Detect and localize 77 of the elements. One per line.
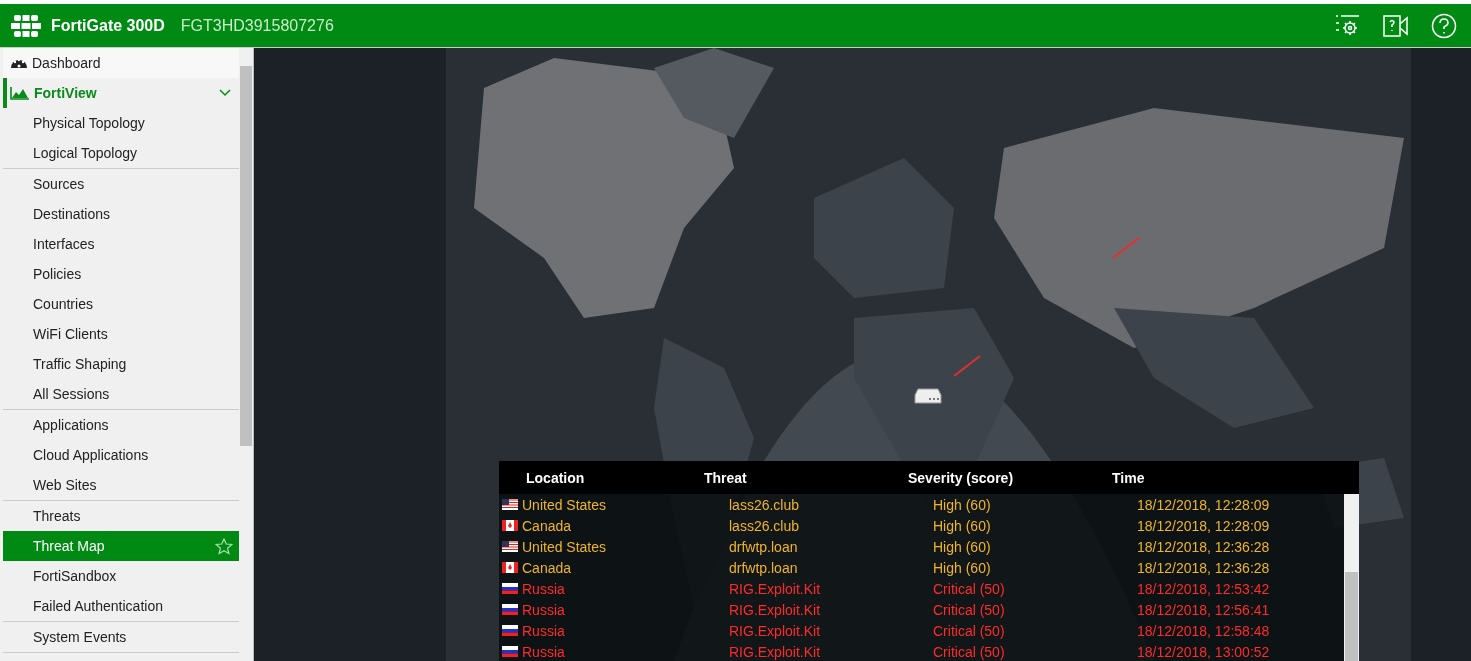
menu-item[interactable]: Countries [3, 289, 239, 319]
severity-cell-text: High (60) [933, 496, 992, 513]
menu-item[interactable]: Logical Topology [3, 138, 239, 168]
column-header: Threat [704, 469, 748, 486]
time-cell-text: 18/12/2018, 12:56:41 [1137, 601, 1271, 618]
settings-icon[interactable] [1335, 13, 1361, 38]
severity-cell-text: High (60) [933, 538, 992, 555]
location-cell: Russia [522, 622, 565, 639]
severity-cell-text: High (60) [933, 559, 992, 576]
menu-item[interactable]: Cloud Applications [3, 440, 239, 470]
scrollbar[interactable] [1344, 494, 1359, 661]
product-name: FortiGate 300D [51, 16, 165, 35]
location-cell: Russia [522, 643, 565, 660]
menu-item[interactable]: System Events [3, 622, 239, 652]
help-icon[interactable] [1431, 12, 1457, 39]
menu-item[interactable]: Physical Topology [3, 108, 239, 138]
star-icon[interactable] [215, 537, 233, 555]
menu-item[interactable]: Dashboard [3, 48, 239, 78]
menu-item[interactable]: WiFi Clients [3, 319, 239, 349]
threat-cell-text: RIG.Exploit.Kit [729, 643, 822, 660]
chevron-down-icon [219, 89, 231, 97]
menu-item[interactable]: Interfaces [3, 229, 239, 259]
time-cell-text: 18/12/2018, 12:58:48 [1137, 622, 1271, 639]
flag-icon [502, 562, 518, 573]
threat-cell-text: RIG.Exploit.Kit [729, 601, 822, 618]
threat-cell-text: drfwtp.loan [729, 538, 799, 555]
location-cell: United States [522, 496, 607, 513]
time-cell-text: 18/12/2018, 12:36:28 [1137, 559, 1271, 576]
location-cell: Canada [522, 559, 572, 576]
attack-line [1111, 236, 1141, 260]
threat-cell-text: lass26.club [729, 496, 801, 513]
flag-icon [502, 520, 518, 531]
menu-item[interactable]: Threats [3, 501, 239, 531]
serial-number: FGT3HD3915807276 [180, 16, 334, 35]
location-cell: United States [522, 538, 607, 555]
location-cell: Canada [522, 517, 572, 534]
flag-icon [502, 499, 518, 510]
time-cell-text: 18/12/2018, 12:28:09 [1137, 496, 1271, 513]
severity-cell-text: High (60) [933, 517, 992, 534]
menu-item[interactable]: Sources [3, 169, 239, 199]
menu-item[interactable]: Traffic Shaping [3, 349, 239, 379]
column-header: Time [1112, 469, 1146, 486]
device-icon [914, 388, 942, 404]
threat-cell-text: RIG.Exploit.Kit [729, 622, 822, 639]
flag-icon [502, 646, 518, 657]
logo-icon [11, 14, 41, 37]
column-header: Location [525, 469, 586, 486]
flag-icon [502, 625, 518, 636]
menu-item[interactable]: Destinations [3, 199, 239, 229]
menu-item[interactable]: Policies [3, 259, 239, 289]
menu-item[interactable]: FortiSandbox [3, 561, 239, 591]
time-cell-text: 18/12/2018, 12:28:09 [1137, 517, 1271, 534]
severity-cell-text: Critical (50) [933, 601, 1006, 618]
location-cell: Russia [522, 601, 565, 618]
menu-item[interactable]: Failed Authentication [3, 591, 239, 621]
menu-item[interactable]: Threat Map [3, 531, 239, 561]
menu-item[interactable]: Web Sites [3, 470, 239, 500]
severity-cell-text: Critical (50) [933, 643, 1006, 660]
threat-cell-text: RIG.Exploit.Kit [729, 580, 822, 597]
severity-cell-text: Critical (50) [933, 580, 1006, 597]
area-chart-icon [10, 86, 30, 100]
menu-item[interactable]: All Sessions [3, 379, 239, 409]
flag-icon [502, 604, 518, 615]
threat-cell-text: lass26.club [729, 517, 801, 534]
column-header: Severity (score) [908, 469, 1015, 486]
flag-icon [502, 583, 518, 594]
threat-cell-text: drfwtp.loan [729, 559, 799, 576]
time-cell-text: 18/12/2018, 12:36:28 [1137, 538, 1271, 555]
dashboard-icon [10, 56, 28, 70]
flag-icon [502, 541, 518, 552]
video-help-icon[interactable] [1383, 13, 1409, 38]
severity-cell-text: Critical (50) [933, 622, 1006, 639]
attack-line [952, 354, 982, 378]
time-cell-text: 18/12/2018, 12:53:42 [1137, 580, 1271, 597]
menu-item[interactable]: Applications [3, 410, 239, 440]
time-cell-text: 18/12/2018, 13:00:52 [1137, 643, 1271, 660]
location-cell: Russia [522, 580, 565, 597]
